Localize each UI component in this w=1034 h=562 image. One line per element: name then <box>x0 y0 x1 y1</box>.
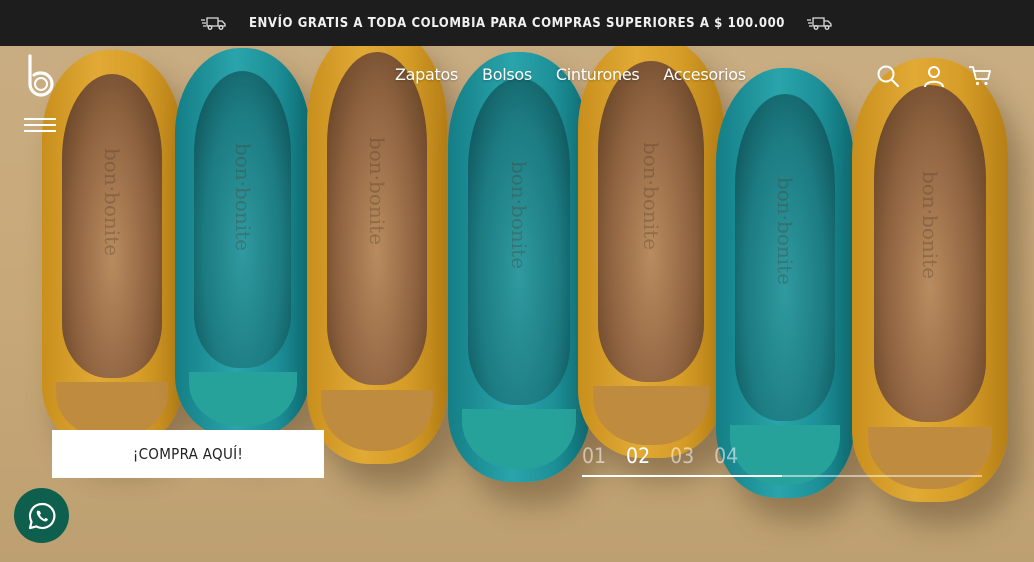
shoe-image: bon·bonite <box>852 58 1008 502</box>
shoe-image: bon·bonite <box>578 46 724 458</box>
brand-logo[interactable] <box>26 54 56 100</box>
delivery-truck-icon <box>200 17 226 30</box>
slide-indicator[interactable]: 03 <box>670 444 694 468</box>
slide-indicator[interactable]: 04 <box>714 444 738 468</box>
hamburger-menu-icon[interactable] <box>24 118 56 134</box>
shoe-brand-imprint: bon·bonite <box>639 141 663 250</box>
nav-accesorios[interactable]: Accesorios <box>663 65 746 84</box>
announcement-bar: ENVÍO GRATIS A TODA COLOMBIA PARA COMPRA… <box>0 0 1034 46</box>
shoe-brand-imprint: bon·bonite <box>918 171 942 280</box>
nav-bolsos[interactable]: Bolsos <box>482 65 532 84</box>
shoe-brand-imprint: bon·bonite <box>507 160 531 269</box>
shoe-brand-imprint: bon·bonite <box>365 137 389 246</box>
announcement-text: ENVÍO GRATIS A TODA COLOMBIA PARA COMPRA… <box>248 15 786 31</box>
shoe-image: bon·bonite <box>307 46 447 464</box>
shoe-image: bon·bonite <box>42 50 182 450</box>
shoe-brand-imprint: bon·bonite <box>100 147 124 257</box>
slide-progress-fill <box>582 475 782 477</box>
main-nav: Zapatos Bolsos Cinturones Accesorios <box>395 65 746 84</box>
shoe-image: bon·bonite <box>448 52 590 482</box>
buy-now-button[interactable]: ¡COMPRA AQUÍ! <box>52 430 324 478</box>
delivery-truck-icon <box>807 17 832 30</box>
shoe-brand-imprint: bon·bonite <box>773 176 797 285</box>
nav-zapatos[interactable]: Zapatos <box>395 65 458 84</box>
slide-indicators: 01 02 03 04 <box>582 444 738 468</box>
shoe-image: bon·bonite <box>175 48 310 438</box>
slide-progress-bar <box>582 475 982 477</box>
user-icon[interactable] <box>922 64 946 88</box>
slide-indicator[interactable]: 02 <box>626 444 650 468</box>
hero-banner: bon·bonite bon·bonite bon·bonite bon·bon… <box>0 46 1034 562</box>
whatsapp-button[interactable] <box>14 488 69 543</box>
shoe-brand-imprint: bon·bonite <box>230 142 255 251</box>
header-icons <box>876 64 992 88</box>
slide-indicator[interactable]: 01 <box>582 444 606 468</box>
whatsapp-icon <box>28 502 55 529</box>
shoe-image: bon·bonite <box>716 68 854 498</box>
cart-icon[interactable] <box>968 64 992 88</box>
search-icon[interactable] <box>876 64 900 88</box>
nav-cinturones[interactable]: Cinturones <box>556 65 640 84</box>
